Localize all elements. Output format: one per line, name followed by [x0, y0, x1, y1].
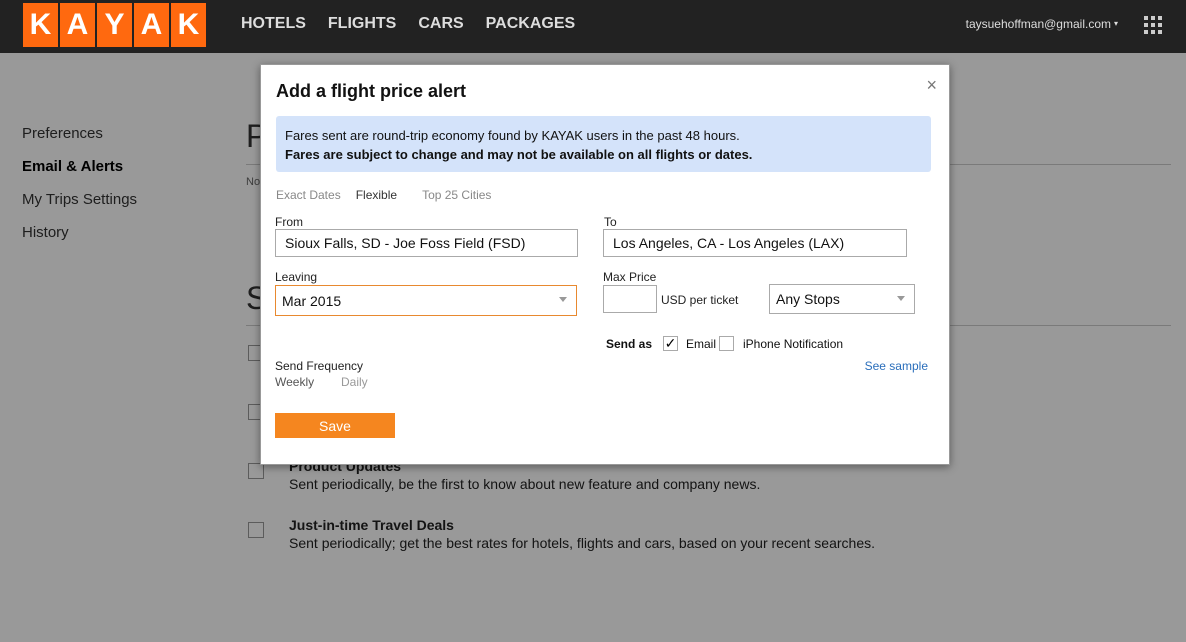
iphone-label: iPhone Notification	[743, 337, 844, 351]
top-bar: K A Y A K HOTELS FLIGHTS CARS PACKAGES t…	[0, 0, 1186, 53]
main-nav: HOTELS FLIGHTS CARS PACKAGES	[241, 15, 575, 33]
tab-top-25-cities[interactable]: Top 25 Cities	[422, 188, 491, 202]
tab-exact-dates[interactable]: Exact Dates	[276, 188, 341, 202]
apps-grid-icon[interactable]	[1144, 16, 1162, 34]
nav-hotels[interactable]: HOTELS	[241, 15, 306, 33]
max-price-input[interactable]	[603, 285, 657, 313]
dialog-title: Add a flight price alert	[276, 81, 467, 101]
leaving-value: Mar 2015	[282, 292, 342, 309]
logo-letter: K	[171, 3, 206, 47]
stops-select[interactable]: Any Stops	[769, 284, 915, 314]
frequency-label: Send Frequency	[275, 359, 364, 373]
close-icon[interactable]: ×	[926, 75, 937, 96]
info-text: Fares sent are round-trip economy found …	[285, 128, 740, 143]
dropdown-arrow-icon	[897, 296, 905, 301]
frequency-daily[interactable]: Daily	[341, 375, 368, 389]
from-label: From	[275, 215, 303, 229]
nav-flights[interactable]: FLIGHTS	[328, 15, 396, 33]
nav-packages[interactable]: PACKAGES	[486, 15, 576, 33]
frequency-weekly[interactable]: Weekly	[275, 375, 314, 389]
currency-label: USD per ticket	[661, 293, 739, 307]
dropdown-arrow-icon	[559, 297, 567, 302]
see-sample-link[interactable]: See sample	[865, 359, 928, 373]
kayak-logo[interactable]: K A Y A K	[23, 3, 206, 47]
logo-letter: K	[23, 3, 58, 47]
account-menu[interactable]: taysuehoffman@gmail.com ▾	[966, 17, 1118, 31]
to-label: To	[604, 215, 617, 229]
info-banner: Fares sent are round-trip economy found …	[276, 116, 931, 172]
to-value: Los Angeles, CA - Los Angeles (LAX)	[613, 235, 845, 251]
max-price-label: Max Price	[603, 270, 657, 284]
logo-letter: A	[134, 3, 169, 47]
email-checkbox[interactable]: ✓	[663, 336, 678, 351]
chevron-down-icon: ▾	[1113, 19, 1118, 28]
logo-letter: A	[60, 3, 95, 47]
nav-cars[interactable]: CARS	[418, 15, 463, 33]
info-warning: Fares are subject to change and may not …	[285, 147, 753, 162]
send-as-label: Send as	[606, 337, 653, 351]
logo-letter: Y	[97, 3, 132, 47]
save-button[interactable]: Save	[275, 413, 395, 438]
user-email: taysuehoffman@gmail.com	[965, 17, 1111, 31]
from-input[interactable]: Sioux Falls, SD - Joe Foss Field (FSD)	[275, 229, 578, 257]
tab-flexible[interactable]: Flexible	[356, 188, 397, 202]
date-mode-tabs: Exact Dates Flexible Top 25 Cities	[276, 188, 491, 202]
price-alert-dialog: Add a flight price alert × Fares sent ar…	[260, 64, 950, 465]
email-label: Email	[686, 337, 717, 351]
from-value: Sioux Falls, SD - Joe Foss Field (FSD)	[285, 235, 526, 251]
leaving-select[interactable]: Mar 2015	[275, 285, 577, 316]
iphone-checkbox[interactable]	[719, 336, 734, 351]
to-input[interactable]: Los Angeles, CA - Los Angeles (LAX)	[603, 229, 907, 257]
stops-value: Any Stops	[776, 291, 840, 307]
leaving-label: Leaving	[275, 270, 318, 284]
